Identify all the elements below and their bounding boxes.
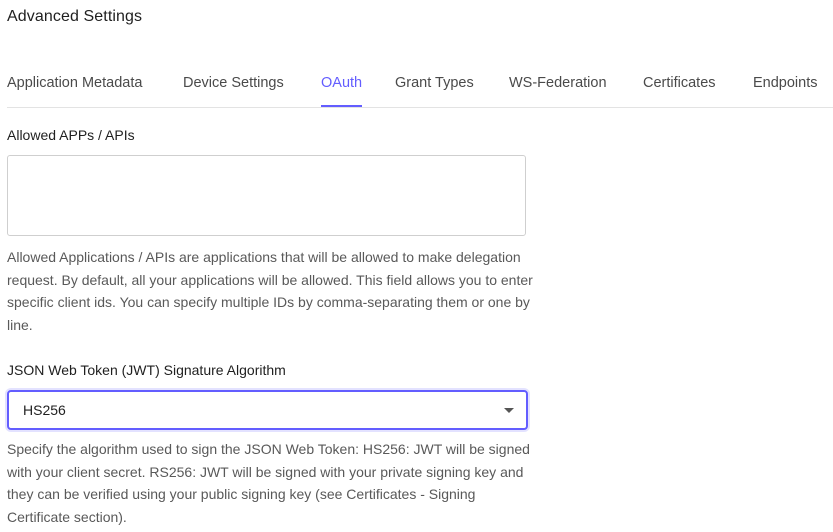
advanced-settings-page: Advanced Settings Application Metadata D… bbox=[0, 0, 833, 532]
allowed-apps-textarea[interactable] bbox=[7, 155, 526, 236]
allowed-apps-help-text: Allowed Applications / APIs are applicat… bbox=[7, 249, 533, 333]
tab-bar: Application Metadata Device Settings OAu… bbox=[7, 74, 833, 108]
allowed-apps-label: Allowed APPs / APIs bbox=[7, 127, 135, 143]
tab-endpoints[interactable]: Endpoints bbox=[753, 74, 818, 106]
page-title: Advanced Settings bbox=[7, 8, 143, 25]
jwt-algorithm-help-text: Specify the algorithm used to sign the J… bbox=[7, 441, 530, 525]
jwt-algorithm-selected-value: HS256 bbox=[23, 402, 66, 418]
tab-certificates[interactable]: Certificates bbox=[643, 74, 716, 106]
tab-oauth[interactable]: OAuth bbox=[321, 74, 363, 107]
chevron-down-icon bbox=[504, 408, 514, 413]
tab-grant-types[interactable]: Grant Types bbox=[395, 74, 474, 106]
tab-device-settings[interactable]: Device Settings bbox=[183, 74, 284, 106]
jwt-algorithm-label: JSON Web Token (JWT) Signature Algorithm bbox=[7, 362, 286, 378]
tab-ws-federation[interactable]: WS-Federation bbox=[509, 74, 607, 106]
jwt-algorithm-select[interactable]: HS256 bbox=[7, 390, 528, 430]
tab-application-metadata[interactable]: Application Metadata bbox=[7, 74, 142, 106]
